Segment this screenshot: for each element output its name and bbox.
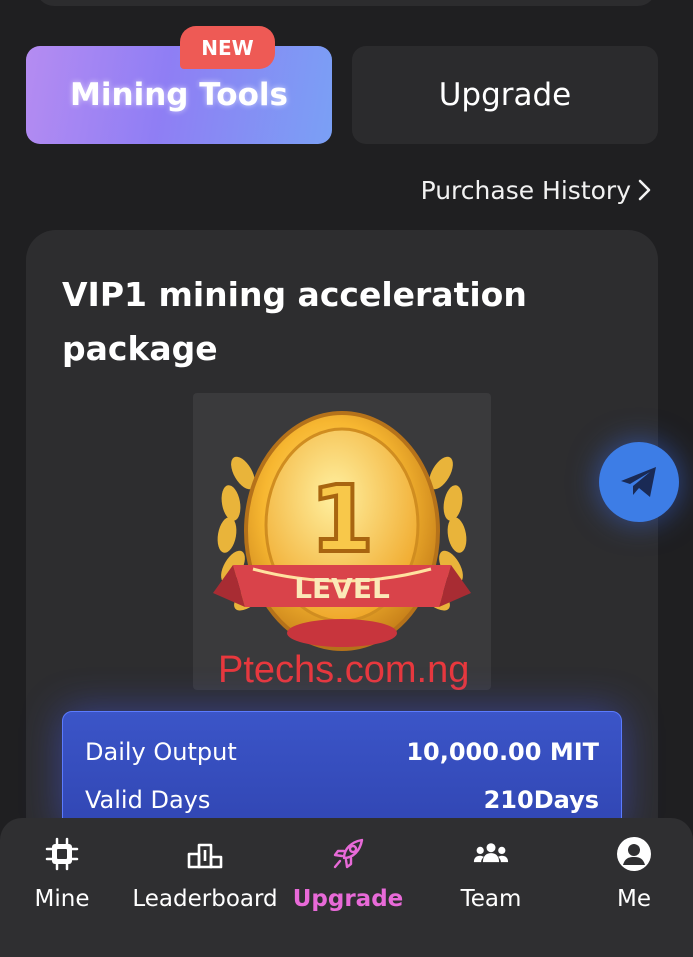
rocket-icon — [330, 836, 366, 872]
nav-mine-label: Mine — [34, 886, 90, 912]
nav-upgrade[interactable]: Upgrade — [273, 836, 423, 926]
team-icon — [473, 836, 509, 872]
tab-mining-tools-label: Mining Tools — [70, 77, 288, 113]
daily-output-value: 10,000.00 MIT — [406, 738, 599, 766]
package-stats-panel: Daily Output 10,000.00 MIT Valid Days 21… — [62, 711, 622, 831]
nav-upgrade-label: Upgrade — [292, 886, 404, 912]
medal-number: 1 — [310, 466, 374, 573]
medal-ribbon-text: LEVEL — [294, 572, 390, 605]
top-panel-edge — [36, 0, 656, 6]
chip-icon — [44, 836, 80, 872]
valid-days-row: Valid Days 210Days — [85, 780, 599, 820]
watermark-text: Ptechs.com.ng — [218, 649, 470, 691]
package-title: VIP1 mining acceleration package — [62, 275, 527, 368]
nav-mine[interactable]: Mine — [0, 836, 137, 926]
nav-me-label: Me — [617, 886, 651, 912]
purchase-history-label: Purchase History — [420, 175, 631, 205]
tab-upgrade-label: Upgrade — [438, 77, 572, 113]
daily-output-label: Daily Output — [85, 738, 237, 766]
podium-icon — [187, 836, 223, 872]
valid-days-label: Valid Days — [85, 786, 211, 814]
nav-team[interactable]: Team — [416, 836, 566, 926]
user-icon — [616, 836, 652, 872]
telegram-button[interactable] — [599, 442, 679, 522]
new-badge: NEW — [180, 26, 275, 69]
new-badge-label: NEW — [201, 35, 254, 60]
purchase-history-link[interactable]: Purchase History — [421, 172, 653, 208]
telegram-icon — [621, 467, 656, 497]
daily-output-row: Daily Output 10,000.00 MIT — [85, 732, 599, 772]
chevron-right-icon — [638, 179, 651, 201]
nav-leaderboard-label: Leaderboard — [132, 886, 278, 912]
nav-team-label: Team — [460, 886, 522, 912]
tab-mining-tools[interactable]: Mining Tools — [26, 46, 332, 144]
tab-upgrade[interactable]: Upgrade — [352, 46, 658, 144]
nav-leaderboard[interactable]: Leaderboard — [130, 836, 280, 926]
nav-me[interactable]: Me — [559, 836, 693, 926]
valid-days-value: 210Days — [483, 786, 599, 814]
